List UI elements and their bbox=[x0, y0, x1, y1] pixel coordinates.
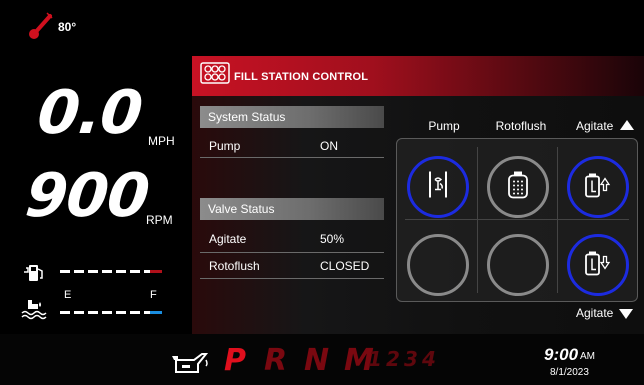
water-level-bar bbox=[60, 311, 150, 314]
gear-p[interactable]: P bbox=[224, 343, 246, 378]
column-header-rotoflush: Rotoflush bbox=[495, 119, 547, 133]
pump-icon bbox=[426, 170, 450, 205]
oil-can-icon bbox=[168, 350, 212, 376]
system-status-heading: System Status bbox=[200, 106, 384, 128]
clock-ampm: AM bbox=[580, 351, 595, 362]
divider bbox=[200, 157, 384, 158]
speed-unit: MPH bbox=[148, 134, 175, 148]
valve-row-agitate-label: Agitate bbox=[209, 232, 247, 246]
valve-status-heading: Valve Status bbox=[200, 198, 384, 220]
tank-full-label: F bbox=[150, 289, 157, 301]
fuel-low-marker bbox=[150, 270, 162, 273]
temperature-readout: 80° bbox=[58, 20, 77, 34]
agitate-up-icon bbox=[584, 171, 612, 204]
system-status-row-label: Pump bbox=[209, 139, 241, 153]
panel-title: FILL STATION CONTROL bbox=[234, 71, 369, 83]
gear-2[interactable]: 2 bbox=[386, 347, 400, 371]
triangle-down-icon[interactable] bbox=[618, 307, 634, 319]
rotoflush-icon bbox=[507, 170, 529, 205]
pump-button[interactable] bbox=[407, 156, 469, 218]
valve-row-rotoflush-label: Rotoflush bbox=[209, 259, 260, 273]
gear-r[interactable]: R bbox=[264, 343, 287, 378]
clock-time: 9:00 bbox=[544, 345, 579, 364]
gear-4[interactable]: 4 bbox=[422, 347, 436, 371]
gear-selector[interactable]: P R N M 1 2 3 4 bbox=[224, 343, 454, 378]
column-header-pump: Pump bbox=[428, 119, 460, 133]
agitate-down-icon bbox=[584, 249, 612, 282]
agitate-up-label: Agitate bbox=[576, 119, 614, 133]
empty-slot-button[interactable] bbox=[487, 234, 549, 296]
gear-3[interactable]: 3 bbox=[404, 347, 418, 371]
thermometer-icon bbox=[28, 10, 56, 40]
rpm-readout: 900 bbox=[22, 161, 152, 231]
agitate-down-label: Agitate bbox=[576, 306, 614, 320]
water-tank-icon bbox=[20, 296, 48, 320]
top-status-bar bbox=[0, 0, 644, 56]
rpm-unit: RPM bbox=[146, 213, 173, 227]
system-status-row-value: ON bbox=[320, 139, 338, 153]
valve-row-rotoflush-value: CLOSED bbox=[320, 259, 370, 273]
rotoflush-button[interactable] bbox=[487, 156, 549, 218]
divider bbox=[200, 278, 384, 279]
valve-row-agitate-value: 50% bbox=[320, 232, 345, 246]
gear-1[interactable]: 1 bbox=[368, 347, 382, 371]
tank-empty-label: E bbox=[64, 289, 72, 301]
date-readout: 8/1/2023 bbox=[550, 367, 589, 378]
gear-n[interactable]: N bbox=[304, 343, 329, 378]
triangle-up-icon[interactable] bbox=[619, 118, 635, 132]
divider bbox=[200, 252, 384, 253]
fuel-level-bar bbox=[60, 270, 150, 273]
agitate-down-button[interactable] bbox=[567, 234, 629, 296]
control-grid bbox=[396, 138, 638, 302]
fuel-pump-icon bbox=[22, 262, 46, 284]
speed-readout: 0.0 bbox=[34, 78, 145, 148]
fill-station-icon bbox=[200, 62, 230, 84]
agitate-up-button[interactable] bbox=[567, 156, 629, 218]
water-full-marker bbox=[150, 311, 162, 314]
empty-slot-button[interactable] bbox=[407, 234, 469, 296]
